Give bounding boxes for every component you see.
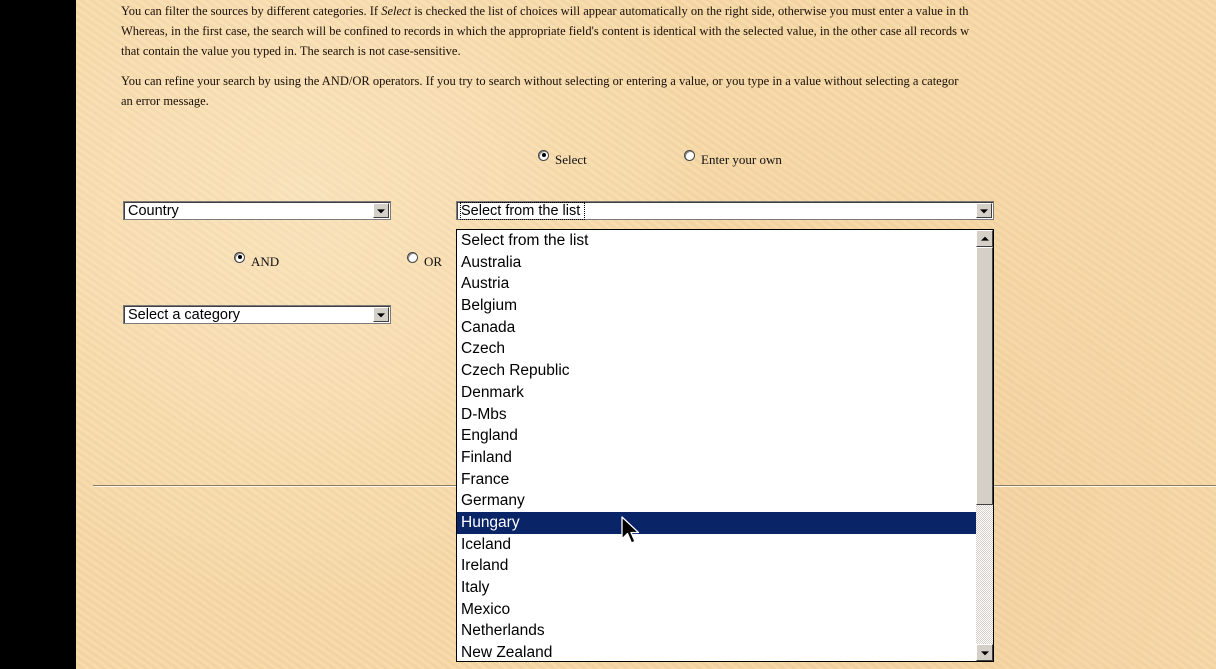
- dropdown-option[interactable]: Netherlands: [457, 620, 976, 642]
- instructions-operator-paragraph: You can refine your search by using the …: [121, 71, 958, 111]
- dropdown-option[interactable]: France: [457, 469, 976, 491]
- dropdown-scrollbar[interactable]: [976, 230, 993, 661]
- category-2-value: Select a category: [128, 307, 241, 323]
- search-page: You can filter the sources by different …: [76, 0, 1216, 669]
- dropdown-option[interactable]: Denmark: [457, 382, 976, 404]
- category-1-dropdown-button[interactable]: [373, 203, 389, 218]
- dropdown-option[interactable]: Canada: [457, 317, 976, 339]
- dropdown-option[interactable]: Ireland: [457, 555, 976, 577]
- dropdown-option[interactable]: Czech Republic: [457, 360, 976, 382]
- instructions-line-1: You can filter the sources by different …: [121, 4, 969, 18]
- dropdown-option[interactable]: Italy: [457, 577, 976, 599]
- dropdown-option[interactable]: England: [457, 425, 976, 447]
- value-select-current: Select from the list: [459, 202, 586, 220]
- chevron-down-icon: [377, 208, 385, 213]
- radio-checked-icon: [538, 149, 549, 161]
- instructions-filter-paragraph: You can filter the sources by different …: [121, 1, 969, 61]
- instructions-line-3: that contain the value you typed in. The…: [121, 44, 461, 58]
- dropdown-option[interactable]: D-Mbs: [457, 404, 976, 426]
- operator-and-radio[interactable]: AND: [234, 251, 280, 270]
- value-select[interactable]: Select from the list: [456, 201, 994, 220]
- dropdown-option[interactable]: Hungary: [457, 511, 976, 534]
- dropdown-option[interactable]: Finland: [457, 447, 976, 469]
- instructions-line-4: You can refine your search by using the …: [121, 74, 959, 88]
- chevron-down-icon: [980, 208, 988, 213]
- value-dropdown-list[interactable]: Select from the list Australia Austria Belg…: [456, 229, 994, 662]
- scroll-down-button[interactable]: [976, 644, 993, 661]
- dropdown-option[interactable]: Belgium: [457, 295, 976, 317]
- dropdown-option[interactable]: Austria: [457, 273, 976, 295]
- value-select-dropdown-button[interactable]: [976, 203, 992, 218]
- chevron-down-icon: [377, 312, 385, 317]
- scroll-up-button[interactable]: [976, 230, 993, 247]
- dropdown-option[interactable]: New Zealand: [457, 642, 976, 661]
- instructions-line-5: an error message.: [121, 94, 209, 108]
- window-edge-line: [72, 0, 74, 669]
- mode-select-radio[interactable]: Select: [538, 149, 587, 168]
- dropdown-option[interactable]: Czech: [457, 338, 976, 360]
- scroll-up-icon: [980, 236, 989, 241]
- dropdown-option[interactable]: Select from the list: [457, 230, 976, 252]
- category-2-select[interactable]: Select a category: [123, 305, 391, 324]
- dropdown-option[interactable]: Iceland: [457, 534, 976, 556]
- operator-or-radio[interactable]: OR: [407, 251, 443, 270]
- pointer-cursor-icon: [621, 516, 640, 544]
- dropdown-option[interactable]: Australia: [457, 252, 976, 274]
- radio-checked-icon: [234, 251, 245, 263]
- operator-or-label: OR: [424, 254, 443, 269]
- radio-unchecked-icon: [684, 149, 695, 161]
- category-1-select[interactable]: Country: [123, 201, 391, 220]
- category-2-dropdown-button[interactable]: [373, 307, 389, 322]
- scrollbar-thumb[interactable]: [976, 247, 993, 505]
- instructions-line-2: Whereas, in the first case, the search w…: [121, 24, 970, 38]
- scroll-down-icon: [980, 650, 989, 655]
- radio-unchecked-icon: [407, 251, 418, 263]
- left-black-margin: [0, 0, 68, 669]
- mode-enter-own-radio[interactable]: Enter your own: [684, 149, 782, 168]
- operator-and-label: AND: [251, 254, 280, 269]
- dropdown-option[interactable]: Germany: [457, 490, 976, 512]
- mode-enter-own-label: Enter your own: [701, 152, 782, 167]
- mode-select-label: Select: [555, 152, 587, 167]
- category-1-value: Country: [128, 203, 179, 219]
- dropdown-option[interactable]: Mexico: [457, 599, 976, 621]
- dropdown-options: Select from the list Australia Austria Belg…: [457, 230, 976, 661]
